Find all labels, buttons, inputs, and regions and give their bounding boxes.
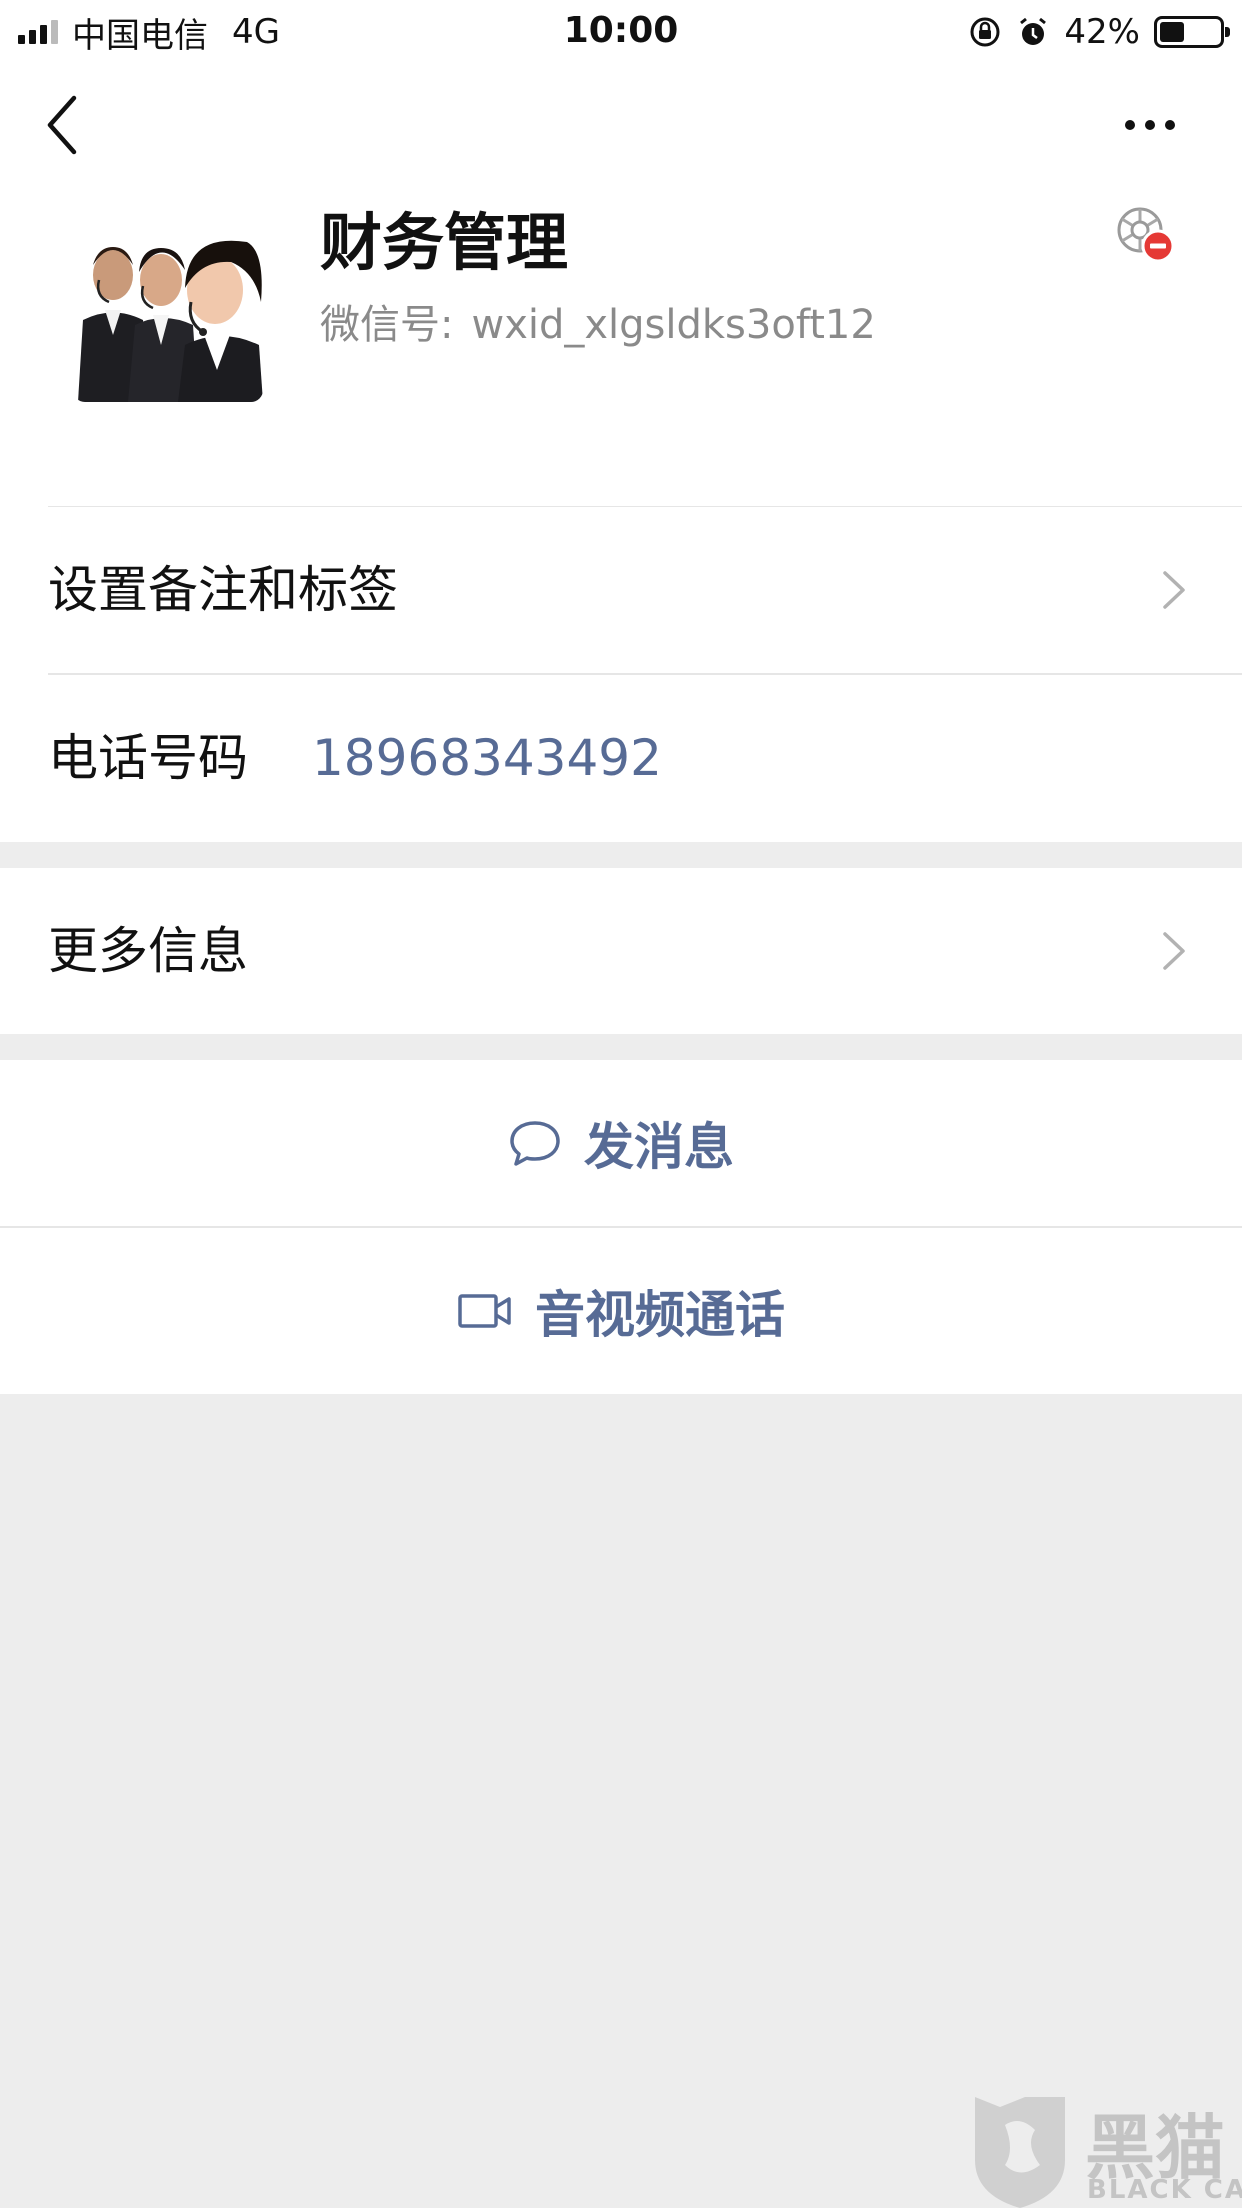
wechat-id: 微信号: wxid_xlgsldks3oft12 [320,292,876,350]
ellipsis-icon [1125,120,1135,130]
more-info-row[interactable]: 更多信息 [0,868,1242,1034]
battery-percent: 42% [1064,12,1140,52]
moments-status-badge[interactable] [1115,205,1175,265]
phone-row: 电话号码 18968343492 [0,675,1242,841]
send-message-label: 发消息 [584,1118,734,1176]
status-bar: 中国电信 4G 10:00 42% [0,0,1242,62]
chevron-right-icon [1163,571,1185,609]
wechat-id-value: wxid_xlgsldks3oft12 [471,302,876,348]
battery-icon [1154,16,1230,48]
send-message-button[interactable]: 发消息 [0,1060,1242,1226]
video-call-button[interactable]: 音视频通话 [0,1228,1242,1394]
avatar-image [73,210,263,402]
chevron-right-icon [1163,932,1185,970]
more-button[interactable] [1125,105,1195,145]
moments-blocked-icon [1117,207,1175,263]
phone-label: 电话号码 [48,729,248,787]
contact-name: 财务管理 [320,206,569,279]
remark-tags-row[interactable]: 设置备注和标签 [0,507,1242,673]
alarm-icon [1020,17,1047,45]
avatar[interactable] [73,210,263,402]
video-camera-icon [458,1294,511,1328]
more-info-label: 更多信息 [48,922,248,980]
wechat-id-label: 微信号: [320,302,454,348]
video-call-label: 音视频通话 [535,1286,785,1344]
status-bar-right: 42% [968,10,1230,54]
remark-tags-label: 设置备注和标签 [48,561,398,619]
watermark-subtext: BLACK CAT [1087,2175,1242,2205]
back-button[interactable] [40,90,90,160]
rotation-lock-icon [970,17,1000,47]
chat-bubble-icon [510,1121,560,1166]
phone-number-link[interactable]: 18968343492 [312,675,662,841]
chevron-left-icon [47,95,77,155]
